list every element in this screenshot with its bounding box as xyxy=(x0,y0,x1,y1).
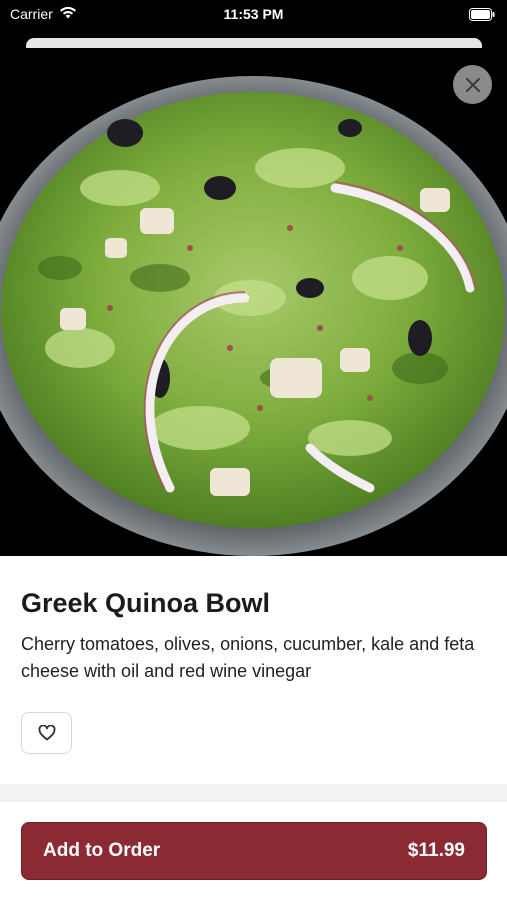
section-divider xyxy=(0,784,507,802)
battery-icon xyxy=(469,8,495,24)
status-bar: Carrier 11:53 PM xyxy=(0,0,507,30)
add-to-order-button[interactable]: Add to Order $11.99 xyxy=(21,822,487,880)
add-to-order-label: Add to Order xyxy=(43,840,161,861)
salad-bowl-image xyxy=(0,48,507,556)
order-price: $11.99 xyxy=(407,840,465,861)
status-time: 11:53 PM xyxy=(223,6,284,22)
product-description: Cherry tomatoes, olives, onions, cucumbe… xyxy=(21,634,475,681)
product-details: Greek Quinoa Bowl Cherry tomatoes, olive… xyxy=(0,556,507,784)
product-title: Greek Quinoa Bowl xyxy=(21,588,271,618)
order-bar: Add to Order $11.99 xyxy=(0,802,507,900)
close-button[interactable] xyxy=(453,65,492,104)
favorite-button[interactable] xyxy=(21,712,72,754)
heart-icon xyxy=(38,725,55,741)
close-icon xyxy=(465,77,480,92)
